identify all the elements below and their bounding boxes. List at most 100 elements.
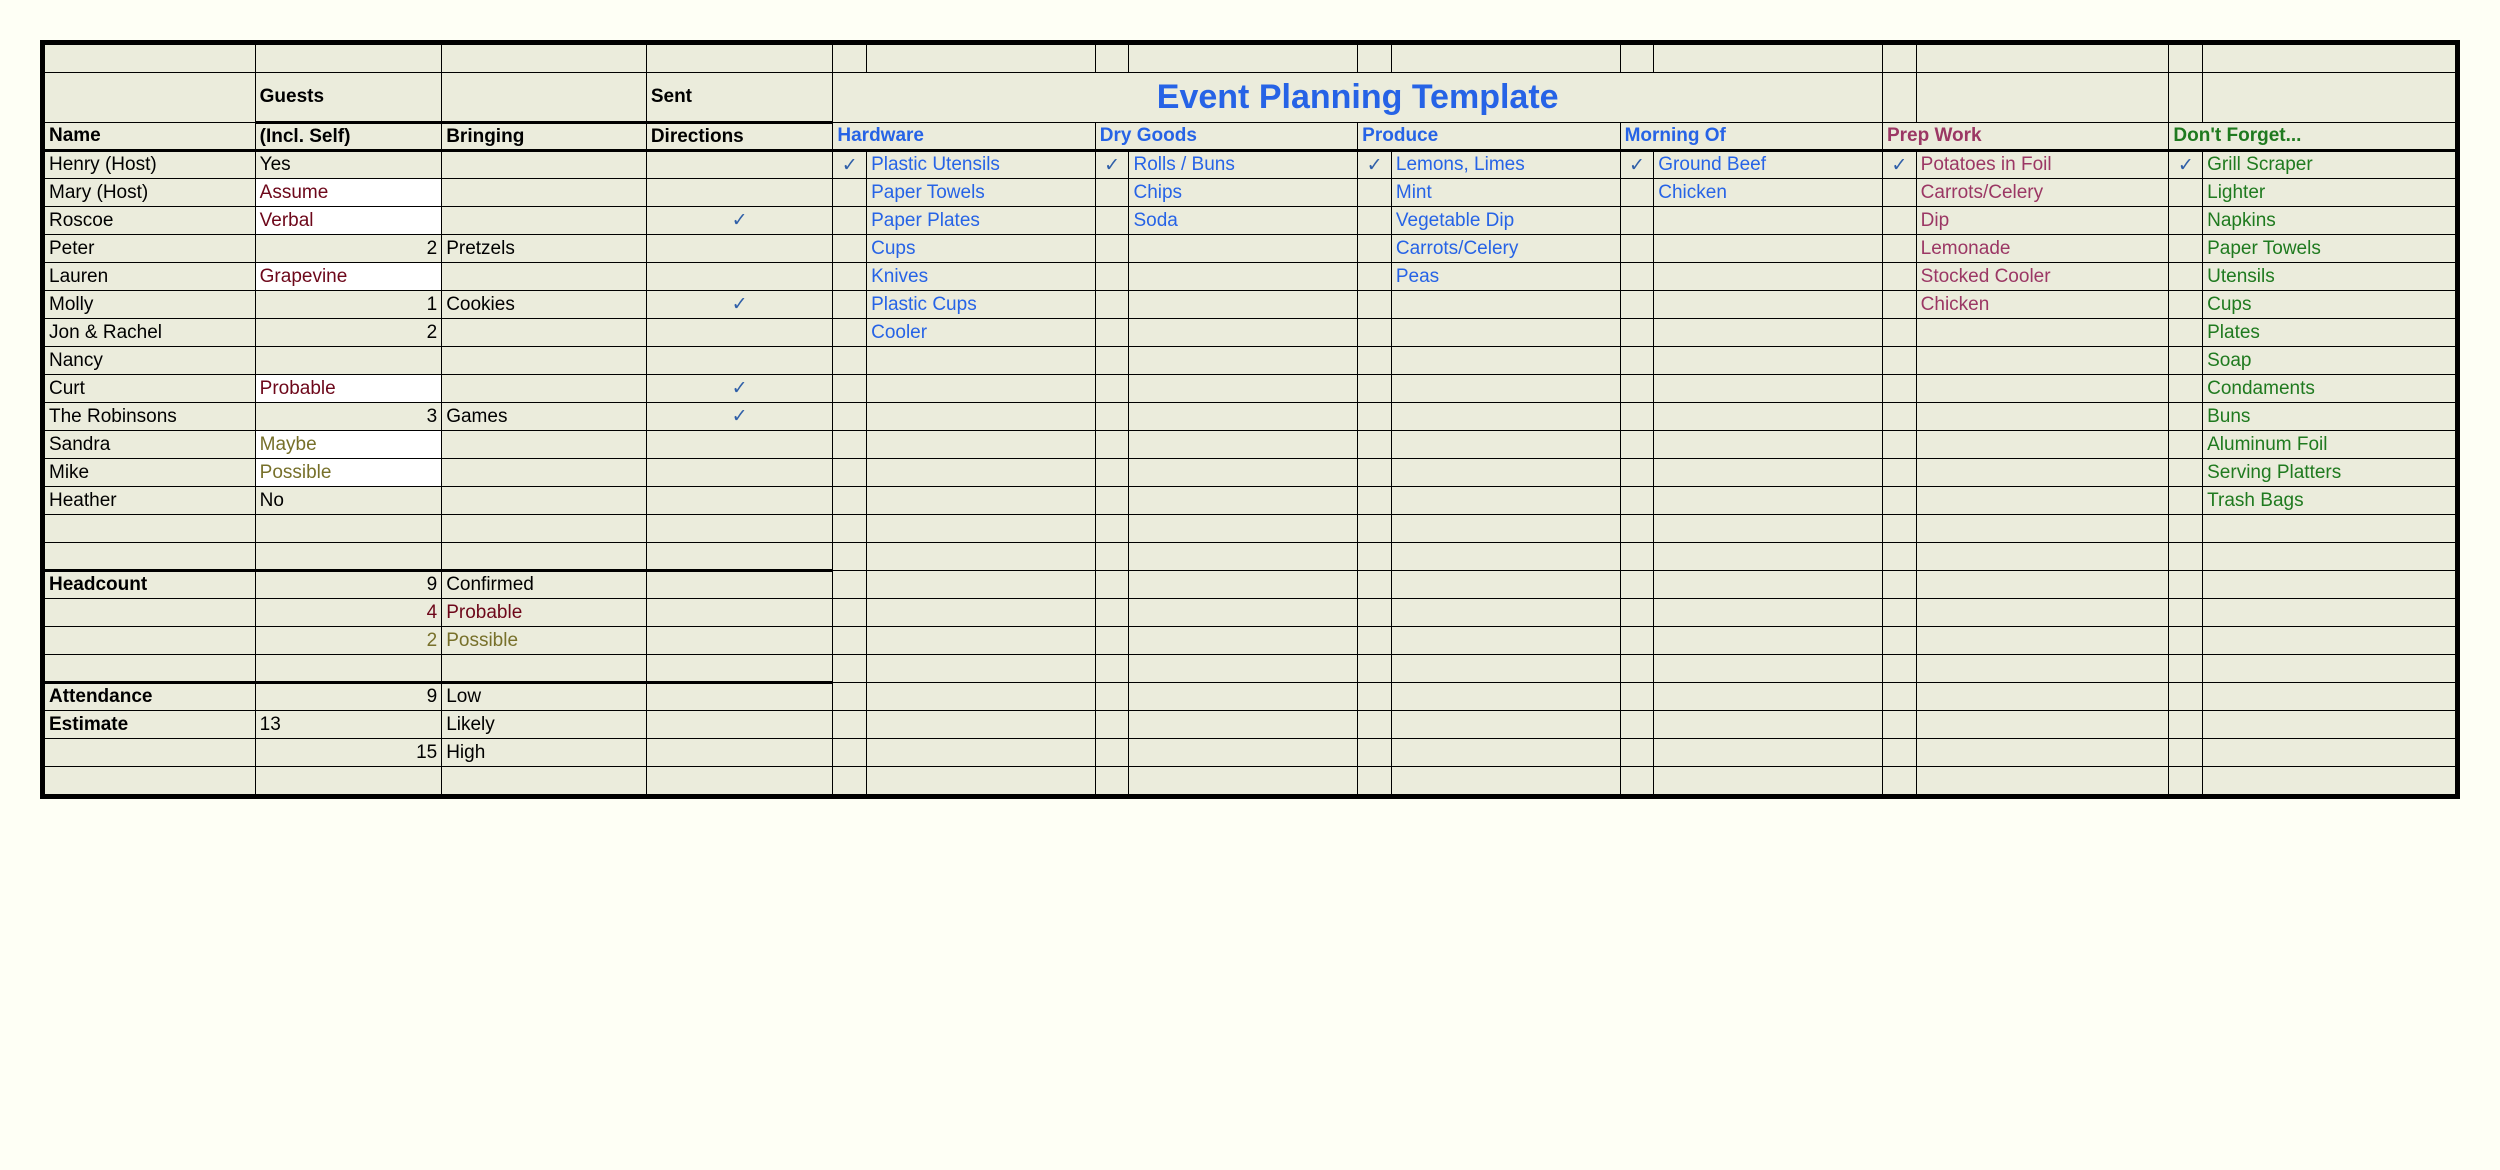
cell[interactable]: Dry Goods xyxy=(1095,123,1357,151)
cell[interactable] xyxy=(1391,627,1620,655)
cell[interactable] xyxy=(255,655,442,683)
cell[interactable]: Event Planning Template xyxy=(833,73,1883,123)
cell[interactable] xyxy=(442,487,647,515)
cell[interactable] xyxy=(2203,45,2456,73)
cell[interactable] xyxy=(833,347,867,375)
cell[interactable] xyxy=(1358,627,1392,655)
cell[interactable]: Low xyxy=(442,683,647,711)
cell[interactable] xyxy=(2169,515,2203,543)
cell[interactable] xyxy=(255,543,442,571)
cell[interactable] xyxy=(1654,515,1883,543)
cell[interactable] xyxy=(255,767,442,795)
cell[interactable]: Napkins xyxy=(2203,207,2456,235)
cell[interactable] xyxy=(442,375,647,403)
cell[interactable] xyxy=(833,571,867,599)
cell[interactable]: Plates xyxy=(2203,319,2456,347)
cell[interactable]: Paper Towels xyxy=(867,179,1096,207)
cell[interactable] xyxy=(833,375,867,403)
cell[interactable]: Lauren xyxy=(45,263,256,291)
cell[interactable]: 2 xyxy=(255,627,442,655)
cell[interactable] xyxy=(833,655,867,683)
cell[interactable] xyxy=(1620,263,1654,291)
cell[interactable] xyxy=(442,319,647,347)
cell[interactable] xyxy=(1654,543,1883,571)
cell[interactable] xyxy=(1620,515,1654,543)
cell[interactable] xyxy=(1620,543,1654,571)
cell[interactable]: Peas xyxy=(1391,263,1620,291)
cell[interactable] xyxy=(1916,375,2169,403)
cell[interactable] xyxy=(1391,711,1620,739)
cell[interactable]: Assume xyxy=(255,179,442,207)
cell[interactable] xyxy=(833,599,867,627)
cell[interactable] xyxy=(1129,599,1358,627)
cell[interactable] xyxy=(833,263,867,291)
cell[interactable] xyxy=(1620,655,1654,683)
cell[interactable] xyxy=(1129,263,1358,291)
cell[interactable] xyxy=(1916,45,2169,73)
cell[interactable] xyxy=(1095,627,1129,655)
cell[interactable] xyxy=(867,543,1096,571)
cell[interactable] xyxy=(1358,599,1392,627)
cell[interactable] xyxy=(1654,739,1883,767)
cell[interactable] xyxy=(1620,319,1654,347)
cell[interactable]: ✓ xyxy=(646,403,833,431)
cell[interactable]: 13 xyxy=(255,711,442,739)
cell[interactable] xyxy=(1916,739,2169,767)
cell[interactable] xyxy=(1095,403,1129,431)
cell[interactable] xyxy=(1095,207,1129,235)
cell[interactable] xyxy=(1095,291,1129,319)
cell[interactable] xyxy=(1095,459,1129,487)
cell[interactable] xyxy=(1882,571,1916,599)
cell[interactable] xyxy=(1358,683,1392,711)
cell[interactable] xyxy=(45,739,256,767)
grid[interactable]: GuestsSentEvent Planning TemplateName(In… xyxy=(44,44,2456,795)
cell[interactable] xyxy=(867,459,1096,487)
cell[interactable] xyxy=(2203,515,2456,543)
cell[interactable]: Morning Of xyxy=(1620,123,1882,151)
cell[interactable] xyxy=(442,655,647,683)
cell[interactable] xyxy=(1916,711,2169,739)
cell[interactable] xyxy=(646,683,833,711)
cell[interactable] xyxy=(646,627,833,655)
cell[interactable] xyxy=(867,599,1096,627)
cell[interactable] xyxy=(2169,655,2203,683)
cell[interactable] xyxy=(1095,767,1129,795)
cell[interactable] xyxy=(1358,291,1392,319)
cell[interactable] xyxy=(1095,739,1129,767)
cell[interactable] xyxy=(442,263,647,291)
cell[interactable] xyxy=(1391,459,1620,487)
cell[interactable]: Vegetable Dip xyxy=(1391,207,1620,235)
cell[interactable]: ✓ xyxy=(2169,151,2203,179)
cell[interactable] xyxy=(646,151,833,179)
cell[interactable]: Plastic Cups xyxy=(867,291,1096,319)
cell[interactable] xyxy=(833,711,867,739)
cell[interactable] xyxy=(1882,683,1916,711)
cell[interactable] xyxy=(1882,291,1916,319)
cell[interactable]: Paper Plates xyxy=(867,207,1096,235)
cell[interactable]: Trash Bags xyxy=(2203,487,2456,515)
cell[interactable] xyxy=(255,347,442,375)
cell[interactable] xyxy=(1654,487,1883,515)
cell[interactable] xyxy=(1129,711,1358,739)
cell[interactable] xyxy=(1654,431,1883,459)
cell[interactable] xyxy=(2203,767,2456,795)
cell[interactable] xyxy=(1654,291,1883,319)
cell[interactable] xyxy=(442,459,647,487)
cell[interactable] xyxy=(646,347,833,375)
cell[interactable] xyxy=(2169,375,2203,403)
cell[interactable] xyxy=(1654,627,1883,655)
cell[interactable] xyxy=(1129,683,1358,711)
cell[interactable]: Cooler xyxy=(867,319,1096,347)
cell[interactable] xyxy=(1358,767,1392,795)
cell[interactable] xyxy=(2203,543,2456,571)
cell[interactable] xyxy=(1391,431,1620,459)
cell[interactable] xyxy=(867,45,1096,73)
cell[interactable] xyxy=(1654,711,1883,739)
cell[interactable]: Lemonade xyxy=(1916,235,2169,263)
cell[interactable]: Condaments xyxy=(2203,375,2456,403)
cell[interactable] xyxy=(1391,571,1620,599)
cell[interactable] xyxy=(1358,179,1392,207)
cell[interactable] xyxy=(1620,599,1654,627)
cell[interactable] xyxy=(1620,683,1654,711)
cell[interactable] xyxy=(2169,599,2203,627)
